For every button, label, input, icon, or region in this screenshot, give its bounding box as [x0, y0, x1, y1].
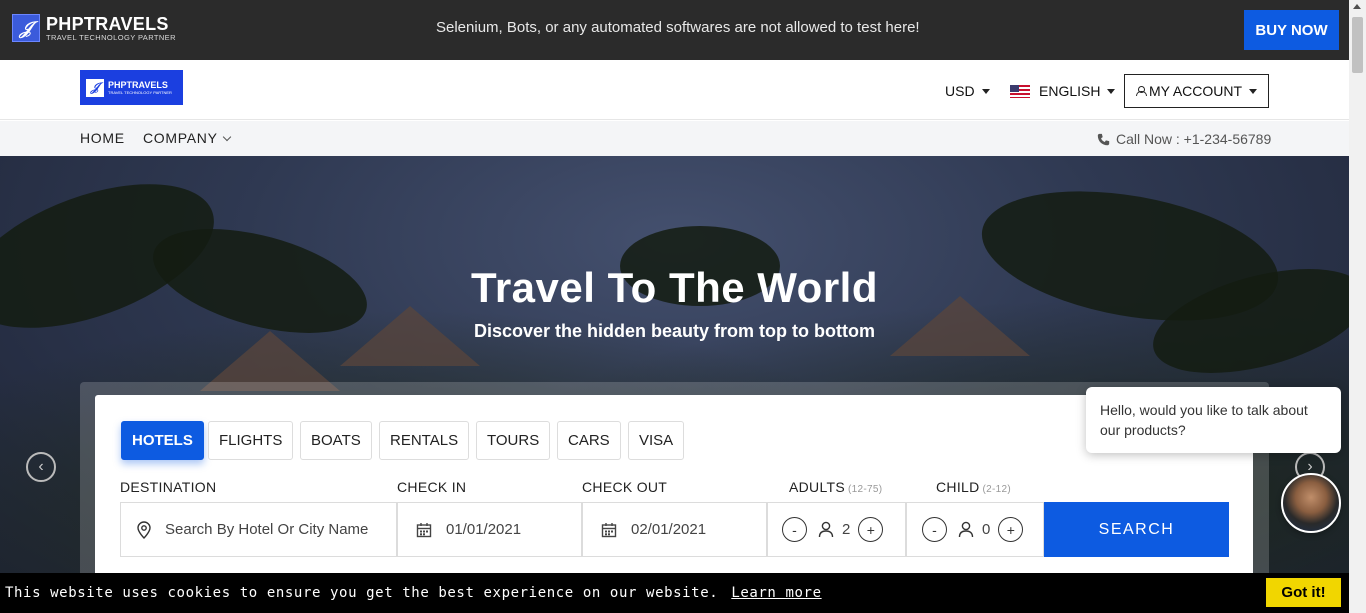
phone-icon: [1097, 133, 1110, 145]
brand-logo[interactable]: 𝒥 PHPTRAVELS TRAVEL TECHNOLOGY PARTNER: [12, 14, 176, 42]
adults-label: ADULTS (12-75): [789, 479, 882, 495]
adults-increment-button[interactable]: +: [858, 517, 884, 542]
tab-flights[interactable]: FLIGHTS: [208, 421, 294, 460]
cookie-message: This website uses cookies to ensure you …: [5, 585, 822, 601]
child-range: (2-12): [982, 484, 1011, 495]
language-dropdown[interactable]: ENGLISH: [1010, 83, 1116, 99]
child-increment-button[interactable]: +: [998, 517, 1024, 542]
user-icon: [1135, 86, 1147, 96]
calendar-icon: [601, 522, 617, 537]
call-now[interactable]: Call Now : +1-234-56789: [1097, 131, 1271, 147]
chevron-left-icon: ‹: [38, 458, 44, 475]
chat-agent-avatar[interactable]: [1281, 473, 1341, 533]
child-decrement-button[interactable]: -: [922, 517, 947, 542]
scroll-up-arrow-icon[interactable]: [1353, 4, 1361, 9]
adults-label-text: ADULTS: [789, 479, 845, 495]
brand-logo-icon: 𝒥: [12, 14, 40, 42]
checkout-label: CHECK OUT: [582, 479, 668, 495]
tab-rentals[interactable]: RENTALS: [379, 421, 470, 460]
child-label: CHILD (2-12): [936, 479, 1011, 495]
destination-placeholder: Search By Hotel Or City Name: [165, 521, 369, 538]
tab-hotels[interactable]: HOTELS: [121, 421, 204, 460]
chevron-down-icon: [1107, 88, 1116, 94]
person-icon: [958, 521, 974, 538]
site-logo[interactable]: 𝒥 PHPTRAVELS TRAVEL TECHNOLOGY PARTNER: [80, 70, 183, 105]
adults-decrement-button[interactable]: -: [782, 517, 807, 542]
language-label: ENGLISH: [1039, 83, 1101, 99]
checkin-field[interactable]: 01/01/2021: [397, 502, 582, 557]
cookie-accept-button[interactable]: Got it!: [1266, 578, 1341, 607]
child-value: 0: [982, 521, 991, 538]
my-account-button[interactable]: MY ACCOUNT: [1124, 74, 1269, 108]
currency-label: USD: [945, 83, 975, 99]
destination-label: DESTINATION: [120, 479, 217, 495]
us-flag-icon: [1010, 84, 1030, 98]
scrollbar-thumb[interactable]: [1352, 17, 1363, 73]
site-logo-tagline: TRAVEL TECHNOLOGY PARTNER: [108, 89, 172, 95]
tab-visa[interactable]: VISA: [628, 421, 685, 460]
search-button[interactable]: SEARCH: [1044, 502, 1229, 557]
top-bar: 𝒥 PHPTRAVELS TRAVEL TECHNOLOGY PARTNER S…: [0, 0, 1349, 60]
chevron-down-icon: [222, 132, 231, 142]
main-nav: HOME COMPANY Call Now : +1-234-56789: [0, 121, 1349, 156]
brand-tagline: TRAVEL TECHNOLOGY PARTNER: [46, 32, 176, 42]
tab-boats[interactable]: BOATS: [300, 421, 372, 460]
cookie-message-text: This website uses cookies to ensure you …: [5, 585, 719, 601]
adults-value: 2: [842, 521, 851, 538]
child-label-text: CHILD: [936, 479, 980, 495]
chevron-down-icon: [981, 88, 990, 94]
checkin-label: CHECK IN: [397, 479, 467, 495]
search-panel: HOTELS FLIGHTS BOATS RENTALS TOURS CARS …: [95, 395, 1253, 595]
hero-subtitle: Discover the hidden beauty from top to b…: [473, 321, 875, 341]
slider-prev-button[interactable]: ‹: [26, 452, 56, 482]
tab-tours[interactable]: TOURS: [476, 421, 551, 460]
hero-title: Travel To The World: [470, 264, 878, 311]
learn-more-link[interactable]: Learn more: [731, 585, 821, 601]
location-pin-icon: [137, 520, 151, 539]
currency-dropdown[interactable]: USD: [945, 83, 990, 99]
adults-range: (12-75): [848, 484, 883, 495]
destination-field[interactable]: Search By Hotel Or City Name: [120, 502, 397, 557]
child-stepper: - 0 +: [906, 502, 1044, 557]
checkin-value: 01/01/2021: [446, 521, 522, 538]
nav-company[interactable]: COMPANY: [143, 130, 231, 146]
checkout-value: 02/01/2021: [631, 521, 707, 538]
site-header: 𝒥 PHPTRAVELS TRAVEL TECHNOLOGY PARTNER U…: [0, 60, 1349, 120]
checkout-field[interactable]: 02/01/2021: [582, 502, 767, 557]
site-logo-icon: 𝒥: [86, 78, 104, 97]
buy-now-button[interactable]: BUY NOW: [1244, 10, 1339, 50]
cookie-banner: This website uses cookies to ensure you …: [0, 573, 1349, 613]
nav-company-label: COMPANY: [143, 130, 218, 146]
tab-cars[interactable]: CARS: [557, 421, 621, 460]
my-account-label: MY ACCOUNT: [1148, 83, 1243, 99]
site-logo-text: PHPTRAVELS: [108, 79, 168, 90]
page-scrollbar[interactable]: [1349, 0, 1366, 613]
calendar-icon: [416, 522, 432, 537]
chat-bubble[interactable]: Hello, would you like to talk about our …: [1086, 387, 1341, 453]
person-icon: [818, 521, 834, 538]
chevron-down-icon: [1249, 88, 1258, 94]
call-now-text: Call Now : +1-234-56789: [1116, 131, 1272, 147]
nav-home[interactable]: HOME: [80, 130, 125, 146]
automation-notice: Selenium, Bots, or any automated softwar…: [436, 19, 920, 36]
adults-stepper: - 2 +: [767, 502, 906, 557]
brand-name: PHPTRAVELS: [46, 13, 169, 34]
